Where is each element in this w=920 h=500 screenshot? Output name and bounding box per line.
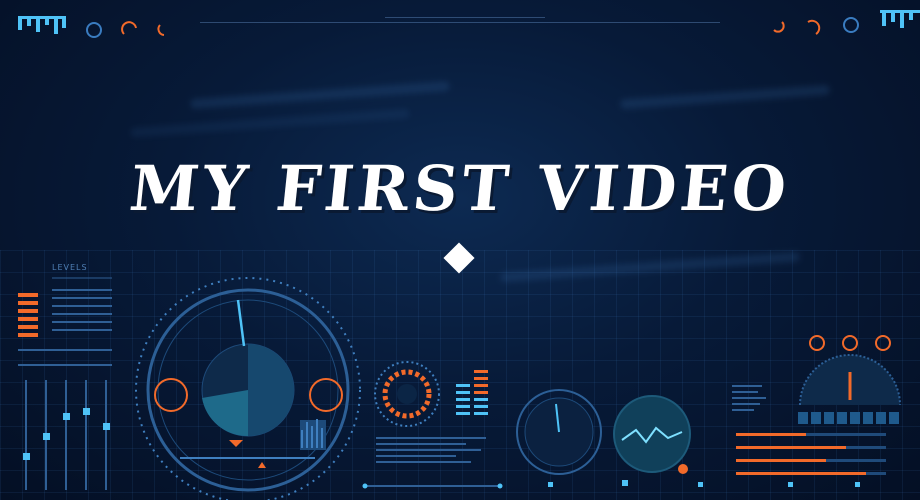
arc-icon xyxy=(157,24,165,36)
radar-dial-icon xyxy=(135,277,361,500)
arc-icon xyxy=(773,21,785,33)
progress-bars xyxy=(736,433,886,475)
hud-overlay xyxy=(18,10,920,500)
ring-icon xyxy=(843,17,859,33)
arc-icon xyxy=(121,21,137,35)
needle-gauge-icon xyxy=(516,389,602,475)
wave-monitor-icon xyxy=(613,395,691,474)
side-text-lines xyxy=(732,385,766,411)
level-meter xyxy=(18,293,38,337)
arc-icon xyxy=(807,19,821,35)
data-text-block xyxy=(376,437,486,463)
vertical-sliders xyxy=(25,380,107,490)
pulse-gauge-icon xyxy=(374,361,440,427)
bar-meter-icon xyxy=(18,16,66,34)
ring-icon xyxy=(86,22,102,38)
ring-group xyxy=(809,335,891,351)
equalizer-bars xyxy=(456,370,488,415)
half-gauge-icon xyxy=(798,354,901,424)
bar-meter-icon xyxy=(880,10,920,28)
